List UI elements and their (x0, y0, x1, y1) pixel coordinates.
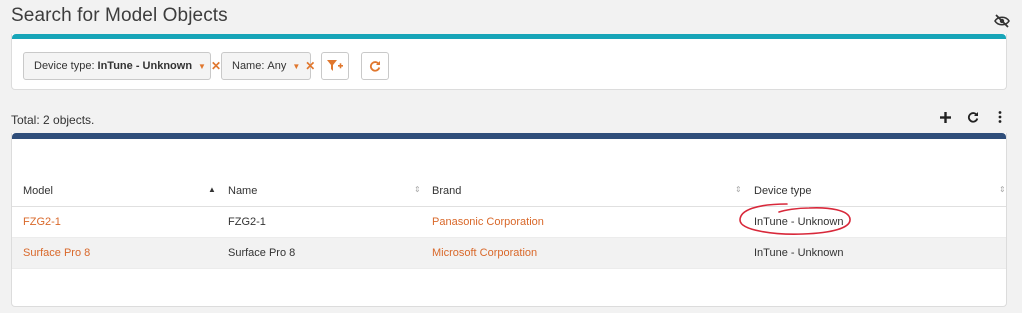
add-filter-button[interactable] (321, 52, 349, 80)
table-row[interactable]: Surface Pro 8 Surface Pro 8 Microsoft Co… (12, 238, 1006, 269)
filter-label: Name: (232, 60, 265, 72)
refresh-filters-button[interactable] (361, 52, 389, 80)
sort-icon[interactable]: ⇕ (999, 186, 1006, 194)
sort-ascending-icon[interactable]: ▲ (208, 186, 216, 194)
column-header-brand[interactable]: Brand (432, 185, 461, 197)
column-header-name[interactable]: Name (228, 185, 257, 197)
add-button[interactable] (938, 110, 952, 124)
filter-value: Any (267, 60, 287, 72)
name-cell: FZG2-1 (228, 216, 266, 228)
table-row[interactable]: FZG2-1 FZG2-1 Panasonic Corporation InTu… (12, 207, 1006, 238)
eye-slash-icon[interactable] (994, 14, 1010, 28)
page-title: Search for Model Objects (11, 5, 228, 26)
device-type-cell: InTune - Unknown (754, 247, 844, 259)
results-total: Total: 2 objects. (11, 113, 95, 127)
results-table: Model ▲ Name ⇕ Brand ⇕ Device type ⇕ FZG… (11, 133, 1007, 307)
brand-link[interactable]: Panasonic Corporation (432, 216, 544, 228)
filter-value: InTune - Unknown (97, 60, 193, 72)
chevron-down-icon[interactable]: ▼ (198, 62, 206, 71)
refresh-icon (369, 61, 381, 72)
filter-panel-accent-bar (12, 34, 1006, 39)
brand-link[interactable]: Microsoft Corporation (432, 247, 537, 259)
sort-icon[interactable]: ⇕ (735, 186, 742, 194)
more-options-button[interactable] (993, 110, 1007, 124)
device-type-cell: InTune - Unknown (754, 216, 844, 228)
sort-icon[interactable]: ⇕ (414, 186, 421, 194)
filter-panel: Device type: InTune - Unknown ▼ ✕ Name: … (11, 34, 1007, 90)
name-filter-chip[interactable]: Name: Any ▼ ✕ (221, 52, 315, 80)
column-header-device-type[interactable]: Device type (754, 185, 811, 197)
chevron-down-icon[interactable]: ▼ (292, 62, 300, 71)
device-type-filter-chip[interactable]: Device type: InTune - Unknown ▼ ✕ (23, 52, 221, 80)
model-link[interactable]: Surface Pro 8 (23, 247, 90, 259)
close-icon[interactable]: ✕ (305, 59, 315, 73)
refresh-results-button[interactable] (966, 110, 980, 124)
name-cell: Surface Pro 8 (228, 247, 296, 259)
refresh-icon (967, 112, 979, 123)
vertical-ellipsis-icon (998, 111, 1002, 123)
close-icon[interactable]: ✕ (211, 59, 221, 73)
filter-label: Device type: (34, 60, 95, 72)
model-link[interactable]: FZG2-1 (23, 216, 61, 228)
column-header-model[interactable]: Model (23, 185, 53, 197)
table-header: Model ▲ Name ⇕ Brand ⇕ Device type ⇕ (12, 181, 1006, 207)
filter-plus-icon (327, 60, 343, 71)
plus-icon (939, 111, 951, 123)
table-accent-bar (12, 133, 1006, 139)
